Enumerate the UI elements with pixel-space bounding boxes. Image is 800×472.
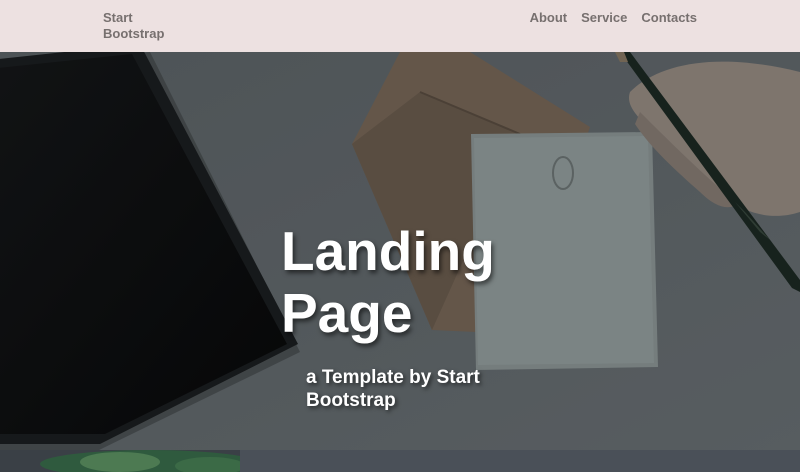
nav-link-service[interactable]: Service (581, 10, 627, 26)
navbar: Start Bootstrap About Service Contacts (0, 0, 800, 52)
hero-title: Landing Page (281, 220, 495, 344)
nav-link-contacts[interactable]: Contacts (641, 10, 697, 26)
hero-subtitle: a Template by Start Bootstrap (306, 367, 480, 411)
brand-link[interactable]: Start Bootstrap (103, 10, 183, 42)
nav-links: About Service Contacts (530, 10, 697, 26)
nav-link-about[interactable]: About (530, 10, 568, 26)
next-section-photo (0, 450, 800, 472)
